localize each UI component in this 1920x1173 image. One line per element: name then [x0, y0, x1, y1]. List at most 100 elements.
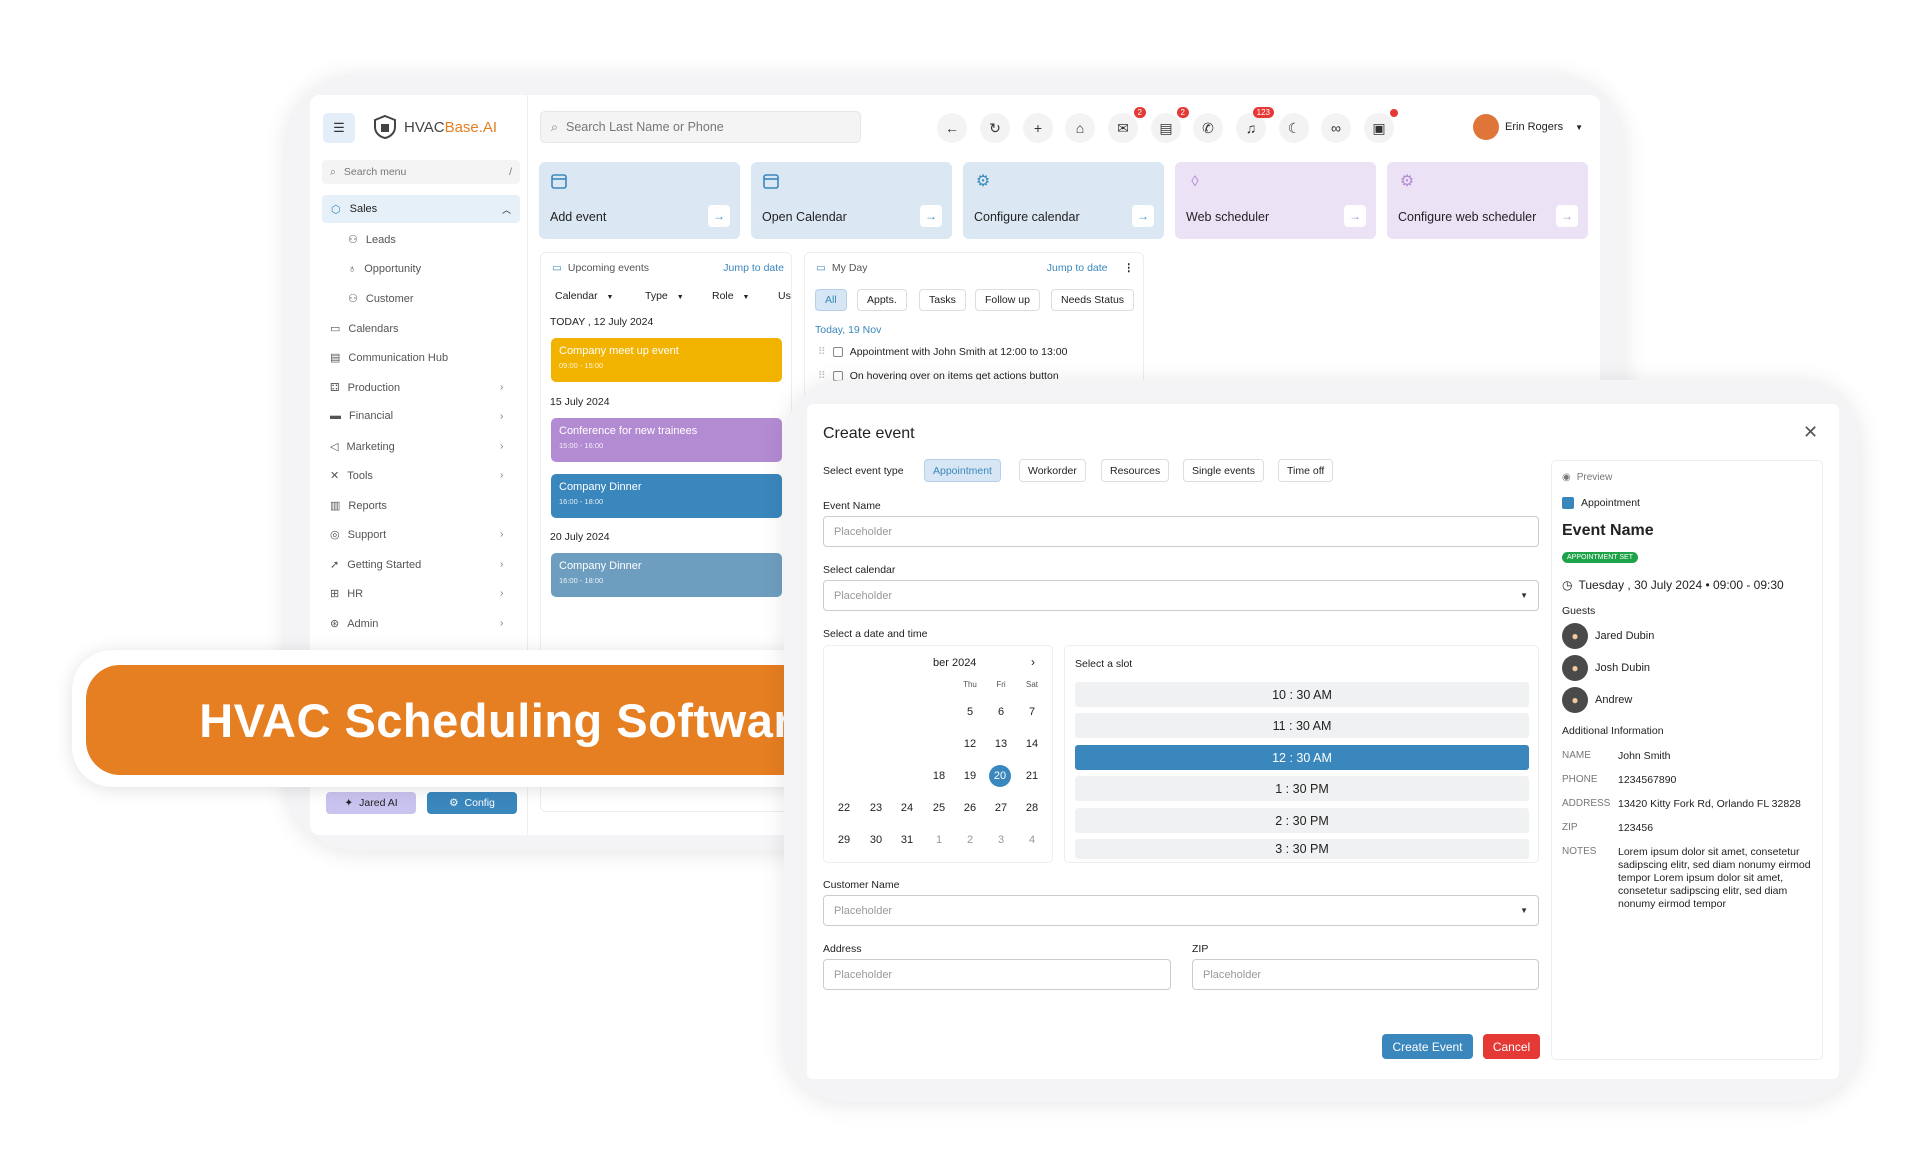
moon-icon[interactable]: ☾ [1279, 113, 1309, 143]
sidebar-item-tools[interactable]: ✕ Tools › [330, 469, 503, 483]
home-icon[interactable]: ⌂ [1065, 113, 1095, 143]
phone-icon[interactable]: ✆ [1193, 113, 1223, 143]
arrow-right-icon[interactable]: → [708, 205, 730, 227]
bell-icon[interactable]: ♫ 123 [1236, 107, 1274, 143]
drag-handle-icon[interactable]: ⠿ [818, 346, 826, 358]
jump-to-date-link[interactable]: Jump to date [1047, 262, 1108, 274]
time-slot[interactable]: 10 : 30 AM [1075, 682, 1529, 707]
more-vertical-icon[interactable]: ⋮ [1124, 262, 1135, 274]
event-card[interactable]: Company Dinner 16:00 - 18:00 [551, 553, 782, 597]
sidebar-item-admin[interactable]: ⊛ Admin › [330, 617, 503, 631]
sidebar-item-marketing[interactable]: ◁ Marketing › [330, 440, 503, 454]
arrow-right-icon[interactable]: → [1556, 205, 1578, 227]
type-single-events[interactable]: Single events [1183, 459, 1265, 482]
mail-icon[interactable]: ✉ 2 [1108, 107, 1146, 143]
arrow-right-icon[interactable]: → [1132, 205, 1154, 227]
calendar-day[interactable]: 18 [927, 770, 951, 782]
close-icon[interactable]: ✕ [1803, 422, 1818, 443]
jump-to-date-link[interactable]: Jump to date [723, 262, 784, 274]
config-button[interactable]: ⚙ Config [427, 792, 517, 814]
calendar-day-outside[interactable]: 3 [989, 834, 1013, 846]
time-slot-selected[interactable]: 12 : 30 AM [1075, 745, 1529, 770]
calendar-day[interactable]: 26 [958, 802, 982, 814]
cancel-button[interactable]: Cancel [1483, 1034, 1540, 1059]
zip-input[interactable]: Placeholder [1192, 959, 1539, 990]
calendar-day[interactable]: 7 [1020, 706, 1044, 718]
sidebar-item-reports[interactable]: ▥ Reports [330, 499, 387, 513]
calendar-day[interactable]: 30 [864, 834, 888, 846]
drag-handle-icon[interactable]: ⠿ [818, 370, 826, 382]
calendar-day[interactable]: 14 [1020, 738, 1044, 750]
back-arrow-icon[interactable]: ← [937, 113, 967, 143]
checkbox[interactable] [832, 347, 843, 357]
global-search-input[interactable]: ⌕ Search Last Name or Phone [540, 111, 861, 143]
task-item[interactable]: ⠿ Appointment with John Smith at 12:00 t… [818, 346, 1067, 358]
filter-calendar[interactable]: Calendar ▼ [555, 290, 613, 302]
sidebar-item-support[interactable]: ◎ Support › [330, 528, 503, 542]
tab-tasks[interactable]: Tasks [919, 289, 966, 311]
tab-needs-status[interactable]: Needs Status [1051, 289, 1135, 311]
calendar-day-outside[interactable]: 4 [1020, 834, 1044, 846]
sidebar-item-hr[interactable]: ⊞ HR › [330, 587, 503, 601]
calendar-day[interactable]: 28 [1020, 802, 1044, 814]
create-event-button[interactable]: Create Event [1382, 1034, 1473, 1059]
tab-appts[interactable]: Appts. [857, 289, 907, 311]
arrow-right-icon[interactable]: → [1344, 205, 1366, 227]
calendar-select[interactable]: Placeholder ▼ [823, 580, 1539, 611]
calendar-day[interactable]: 21 [1020, 770, 1044, 782]
calendar-day[interactable]: 12 [958, 738, 982, 750]
plus-icon[interactable]: + [1023, 113, 1053, 143]
window-icon[interactable]: ▣ [1364, 109, 1398, 143]
calendar-day-outside[interactable]: 2 [958, 834, 982, 846]
filter-user[interactable]: Us [778, 290, 791, 302]
calendar-day[interactable]: 13 [989, 738, 1013, 750]
jared-ai-button[interactable]: ✦ Jared AI [326, 792, 416, 814]
card-add-event[interactable]: Add event → [539, 162, 740, 239]
event-card[interactable]: Company Dinner 16:00 - 18:00 [551, 474, 782, 518]
sidebar-subitem-opportunity[interactable]: ♁ Opportunity [348, 263, 421, 275]
type-appointment[interactable]: Appointment [924, 459, 1001, 482]
card-open-calendar[interactable]: Open Calendar → [751, 162, 952, 239]
sidebar-item-financial[interactable]: ▬ Financial › [330, 410, 503, 422]
tab-all[interactable]: All [815, 289, 847, 311]
calendar-day[interactable]: 27 [989, 802, 1013, 814]
customer-select[interactable]: Placeholder ▼ [823, 895, 1539, 926]
arrow-right-icon[interactable]: → [920, 205, 942, 227]
sidebar-item-production[interactable]: ⚃ Production › [330, 381, 503, 395]
calendar-day[interactable]: 24 [895, 802, 919, 814]
calendar-day[interactable]: 22 [832, 802, 856, 814]
sidebar-item-sales[interactable]: ⬡ Sales ︿ [322, 195, 520, 223]
type-resources[interactable]: Resources [1101, 459, 1170, 482]
calendar-day[interactable]: 23 [864, 802, 888, 814]
next-month-icon[interactable]: › [1031, 655, 1035, 669]
time-slot[interactable]: 11 : 30 AM [1075, 713, 1529, 738]
calendar-day[interactable]: 6 [989, 706, 1013, 718]
address-input[interactable]: Placeholder [823, 959, 1171, 990]
user-menu[interactable]: Erin Rogers ▼ [1473, 113, 1583, 141]
event-name-input[interactable]: Placeholder [823, 516, 1539, 547]
sidebar-search[interactable]: ⌕ Search menu / [322, 160, 520, 184]
card-configure-web-scheduler[interactable]: ⚙ Configure web scheduler → [1387, 162, 1588, 239]
calendar-day-selected[interactable]: 20 [989, 765, 1011, 787]
filter-type[interactable]: Type ▼ [645, 290, 684, 302]
calendar-day[interactable]: 5 [958, 706, 982, 718]
time-slot[interactable]: 3 : 30 PM [1075, 839, 1529, 859]
sidebar-item-calendars[interactable]: ▭ Calendars [330, 322, 399, 336]
type-time-off[interactable]: Time off [1278, 459, 1334, 482]
card-configure-calendar[interactable]: ⚙ Configure calendar → [963, 162, 1164, 239]
chat-icon[interactable]: ▤ 2 [1151, 107, 1189, 143]
calendar-day-outside[interactable]: 1 [927, 834, 951, 846]
calendar-day[interactable]: 31 [895, 834, 919, 846]
type-workorder[interactable]: Workorder [1019, 459, 1086, 482]
filter-role[interactable]: Role ▼ [712, 290, 749, 302]
refresh-icon[interactable]: ↻ [980, 113, 1010, 143]
calendar-day[interactable]: 19 [958, 770, 982, 782]
event-card[interactable]: Company meet up event 09:00 - 15:00 [551, 338, 782, 382]
card-web-scheduler[interactable]: ◊ Web scheduler → [1175, 162, 1376, 239]
sidebar-item-communication-hub[interactable]: ▤ Communication Hub [330, 351, 448, 365]
time-slot[interactable]: 2 : 30 PM [1075, 808, 1529, 833]
tab-follow-up[interactable]: Follow up [975, 289, 1040, 311]
glasses-icon[interactable]: ∞ [1321, 113, 1351, 143]
calendar-day[interactable]: 29 [832, 834, 856, 846]
time-slot[interactable]: 1 : 30 PM [1075, 776, 1529, 801]
